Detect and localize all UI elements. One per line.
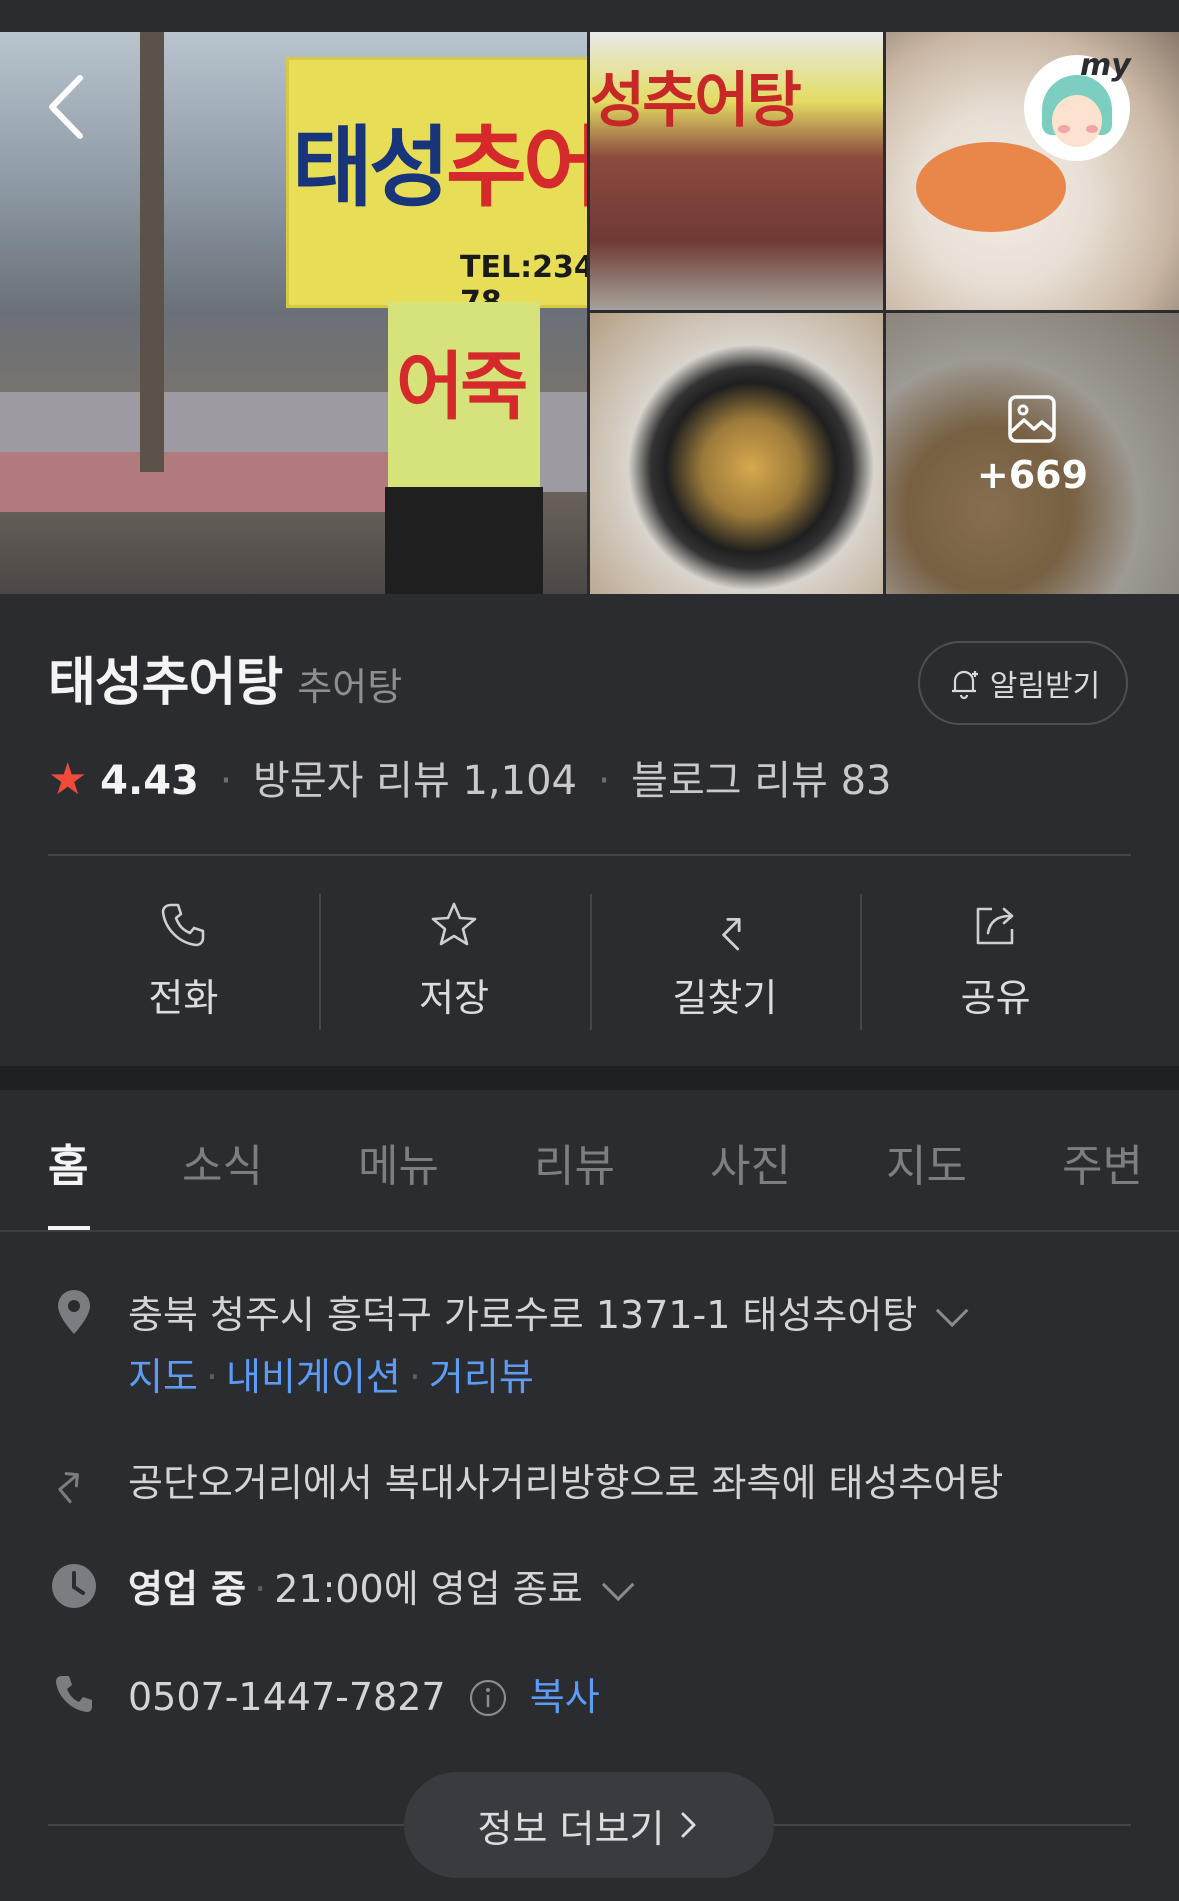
photo-tree <box>140 32 164 472</box>
info-icon[interactable] <box>468 1678 508 1718</box>
directions-label: 길찾기 <box>672 975 778 1020</box>
place-title-row: 태성추어탕 추어탕 <box>48 640 402 715</box>
tab-photos[interactable]: 사진 <box>710 1130 791 1194</box>
photo-sign-board <box>385 487 543 594</box>
street-view-link[interactable]: 거리뷰 <box>429 1355 534 1399</box>
hours-toggle[interactable]: 영업 중 · 21:00에 영업 종료 <box>128 1558 635 1613</box>
star-outline-icon <box>431 902 477 945</box>
directions-text: 공단오거리에서 복대사거리방향으로 좌측에 태성추어탕 <box>128 1461 1004 1505</box>
photo-side-dishes[interactable] <box>886 32 1179 310</box>
tab-nearby[interactable]: 주변 <box>1062 1130 1143 1194</box>
image-icon <box>1008 395 1056 443</box>
tab-bar: 홈 소식 메뉴 리뷰 사진 지도 주변 <box>0 1130 1179 1230</box>
phone-icon <box>162 903 205 946</box>
sign-text-1: 태성 <box>292 116 450 219</box>
divider <box>48 854 1131 856</box>
phone-number[interactable]: 0507-1447-7827 <box>128 1675 446 1719</box>
chevron-down-icon <box>936 1294 969 1328</box>
location-pin-icon <box>58 1290 90 1334</box>
phone-fill-icon <box>56 1676 92 1712</box>
photo-sign-text: 태성추어 <box>292 97 587 224</box>
place-category: 추어탕 <box>297 665 403 709</box>
sign-text-2: 추어 <box>445 116 587 219</box>
visitor-reviews-link[interactable]: 방문자 리뷰 1,104 <box>253 758 577 804</box>
separator-dot: · <box>408 1355 421 1399</box>
directions-button[interactable]: 길찾기 <box>589 890 861 1030</box>
address-toggle[interactable]: 충북 청주시 흥덕구 가로수로 1371-1 태성추어탕 <box>128 1284 969 1339</box>
my-label: my <box>1080 48 1131 83</box>
directions-icon <box>722 917 741 950</box>
share-icon <box>976 907 1013 944</box>
call-button[interactable]: 전화 <box>48 890 319 1030</box>
map-link[interactable]: 지도 <box>128 1355 198 1399</box>
avatar-cheek-right <box>1086 125 1098 133</box>
section-gap <box>0 1066 1179 1090</box>
share-button[interactable]: 공유 <box>860 890 1131 1030</box>
phone-info: 0507-1447-7827 복사 <box>128 1666 600 1721</box>
call-label: 전화 <box>148 975 219 1020</box>
photo-sidewalk <box>0 452 400 512</box>
separator-dot: · <box>219 758 233 804</box>
bell-plus-icon <box>951 670 978 700</box>
directions-hint-icon <box>58 1472 79 1504</box>
separator-dot: · <box>254 1567 267 1611</box>
divider <box>0 1230 1179 1232</box>
tab-home[interactable]: 홈 <box>48 1130 88 1194</box>
chevron-down-icon <box>601 1568 635 1602</box>
hours-detail: 21:00에 영업 종료 <box>274 1567 583 1611</box>
chevron-right-icon <box>681 1812 696 1838</box>
tab-map[interactable]: 지도 <box>886 1130 967 1194</box>
hours-status: 영업 중 <box>128 1567 247 1611</box>
avatar-face <box>1052 95 1102 147</box>
photo-shop-sign: 성추어탕 <box>590 66 802 136</box>
avatar-cheek-left <box>1058 125 1070 133</box>
photo-sign-lower: 어죽 <box>396 344 528 430</box>
star-icon: ★ <box>48 754 88 805</box>
photo-kimchi <box>916 142 1066 232</box>
address-text: 충북 청주시 흥덕구 가로수로 1371-1 태성추어탕 <box>128 1293 918 1337</box>
separator-dot: · <box>597 758 611 804</box>
action-bar: 전화 저장 길찾기 공유 <box>48 890 1131 1030</box>
alarm-button[interactable]: 알림받기 <box>918 641 1128 725</box>
more-info-button[interactable]: 정보 더보기 <box>404 1772 774 1878</box>
back-icon[interactable] <box>42 72 92 142</box>
more-info-label: 정보 더보기 <box>477 1806 665 1851</box>
alarm-label: 알림받기 <box>989 669 1101 704</box>
blog-reviews-link[interactable]: 블로그 리뷰 83 <box>631 758 891 804</box>
address-links: 지도 · 내비게이션 · 거리뷰 <box>128 1346 534 1401</box>
copy-phone-button[interactable]: 복사 <box>530 1675 600 1719</box>
more-photos-button[interactable]: +669 <box>886 313 1179 594</box>
place-name: 태성추어탕 <box>48 653 283 713</box>
separator-dot: · <box>205 1355 219 1399</box>
rating-score: 4.43 <box>100 758 199 804</box>
status-bar <box>0 0 1179 32</box>
clock-icon <box>52 1564 96 1608</box>
photo-gallery[interactable]: 태성추어 TEL:234-78 어죽 성추어탕 +669 <box>0 32 1179 594</box>
tab-news[interactable]: 소식 <box>182 1130 263 1194</box>
save-button[interactable]: 저장 <box>318 890 590 1030</box>
tab-menu[interactable]: 메뉴 <box>358 1130 439 1194</box>
save-label: 저장 <box>419 975 490 1020</box>
navigation-link[interactable]: 내비게이션 <box>226 1355 401 1399</box>
photo-storefront[interactable]: 성추어탕 <box>590 32 883 310</box>
photo-soup[interactable] <box>590 313 883 594</box>
share-label: 공유 <box>960 975 1031 1020</box>
more-photos-count: +669 <box>976 453 1089 497</box>
rating-row: ★ 4.43 · 방문자 리뷰 1,104 · 블로그 리뷰 83 <box>48 748 891 806</box>
tab-reviews[interactable]: 리뷰 <box>534 1130 615 1194</box>
